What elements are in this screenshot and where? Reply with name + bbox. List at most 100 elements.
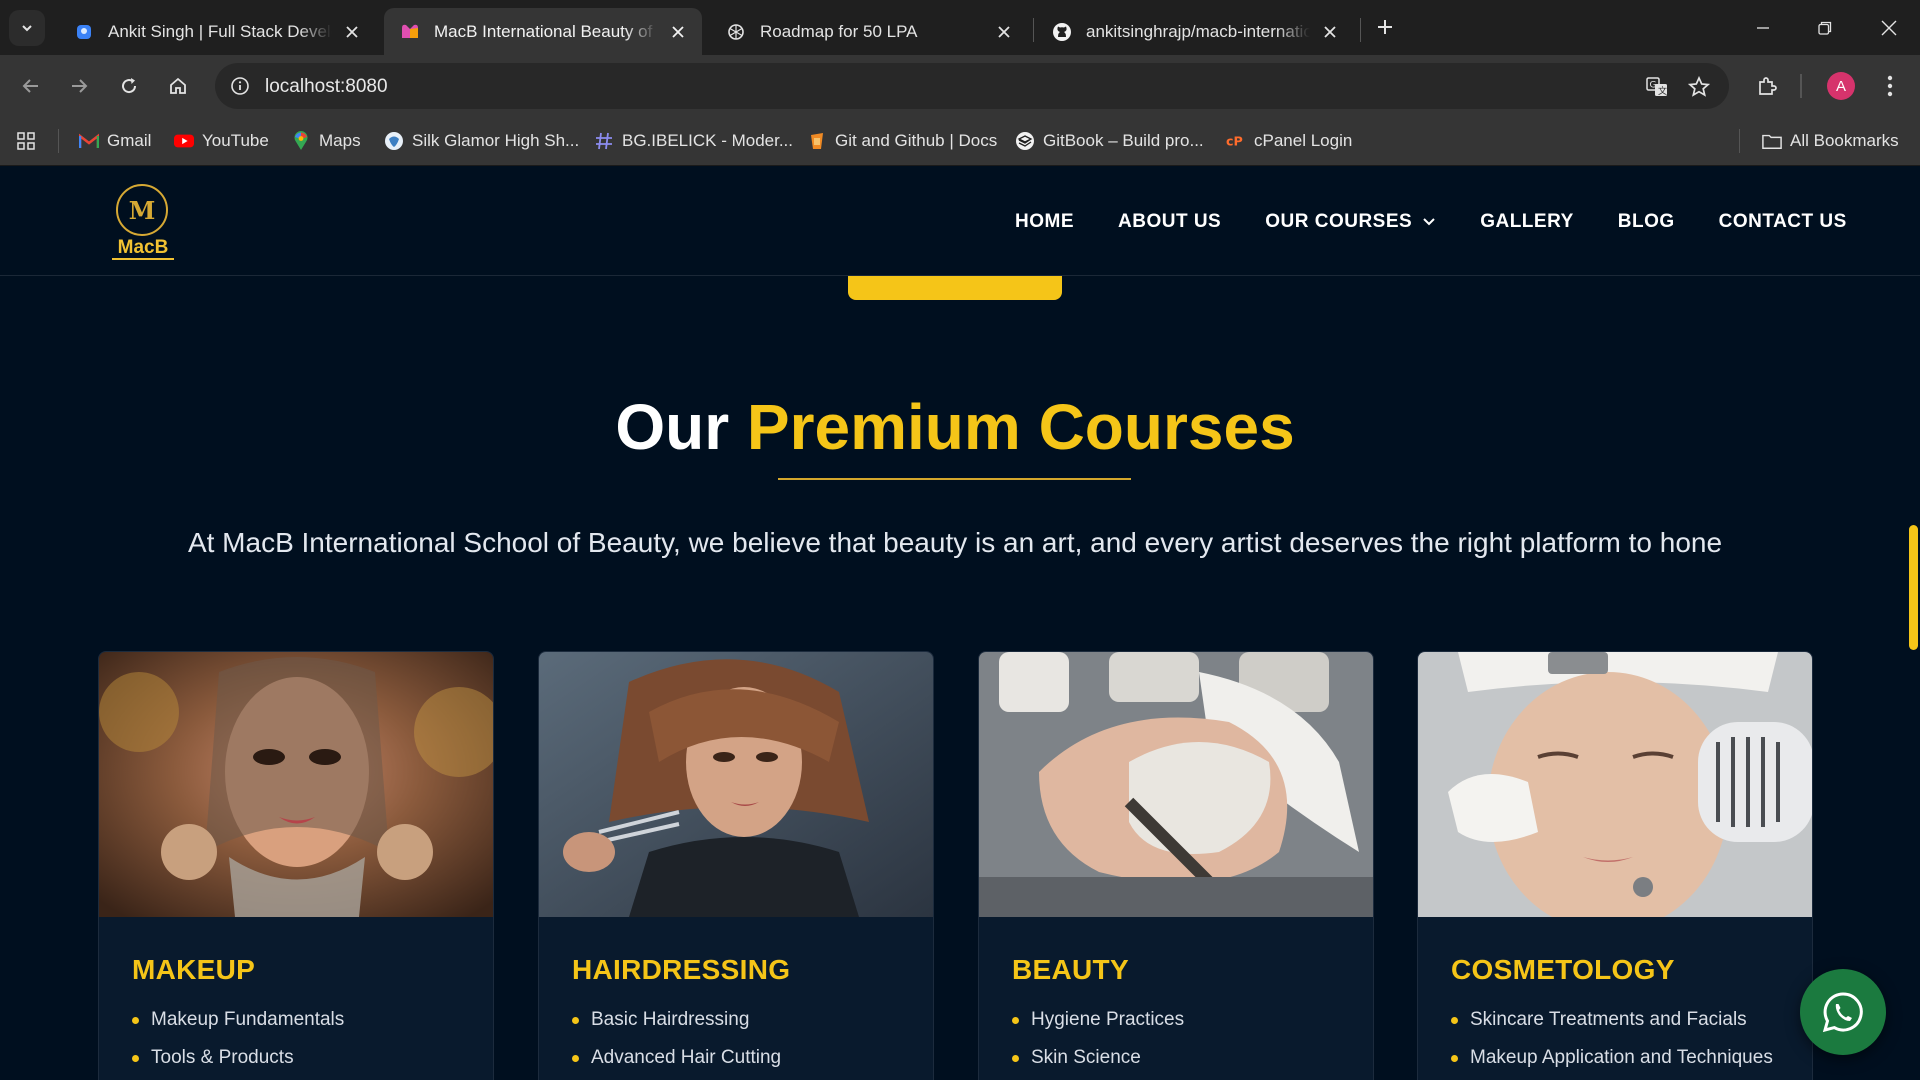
course-card-cosmetology[interactable]: COSMETOLOGY Skincare Treatments and Faci…: [1417, 651, 1813, 1080]
translate-icon[interactable]: G文: [1643, 73, 1671, 101]
new-tab-button[interactable]: [1370, 12, 1400, 42]
tab-github[interactable]: ankitsinghrajp/macb-internatior: [1036, 8, 1354, 55]
forward-button[interactable]: [60, 67, 98, 105]
nav-label: CONTACT US: [1718, 211, 1847, 232]
nav-our-courses[interactable]: OUR COURSES: [1265, 211, 1436, 233]
chevron-down-icon: [22, 25, 32, 32]
bookmark-label: BG.IBELICK - Moder...: [622, 131, 794, 150]
toolbar-separator: [1800, 74, 1802, 98]
course-topic: Skin Science: [1012, 1047, 1184, 1069]
nav-label: HOME: [1015, 211, 1074, 232]
bookmark-maps[interactable]: Maps: [291, 129, 361, 153]
bookmark-star-icon[interactable]: [1685, 73, 1713, 101]
minimize-icon: [1757, 26, 1769, 29]
bookmark-git-docs[interactable]: Git and Github | Docs: [807, 129, 997, 153]
course-card-makeup[interactable]: MAKEUP Makeup Fundamentals Tools & Produ…: [98, 651, 494, 1080]
tab-separator: [1360, 18, 1361, 42]
section-subtitle: At MacB International School of Beauty, …: [187, 527, 1723, 558]
title-highlight: Premium Courses: [746, 391, 1295, 463]
close-tab-icon[interactable]: [668, 22, 688, 42]
nav-about-us[interactable]: ABOUT US: [1118, 211, 1221, 233]
nav-blog[interactable]: BLOG: [1618, 211, 1675, 233]
nav-contact-us[interactable]: CONTACT US: [1719, 211, 1847, 233]
tab-title: Roadmap for 50 LPA: [760, 21, 918, 41]
all-bookmarks-button[interactable]: All Bookmarks: [1762, 129, 1899, 153]
close-tab-icon[interactable]: [994, 22, 1014, 42]
silk-icon: [384, 131, 404, 151]
course-card-beauty[interactable]: BEAUTY Hygiene Practices Skin Science: [978, 651, 1374, 1080]
scrollbar-thumb[interactable]: [1909, 525, 1918, 650]
hash-icon: [594, 131, 614, 151]
close-tab-icon[interactable]: [342, 22, 362, 42]
logo-text: MacB: [112, 238, 174, 260]
portfolio-favicon-icon: [74, 22, 94, 42]
tab-search-button[interactable]: [9, 10, 45, 46]
apps-button[interactable]: [16, 129, 36, 153]
bookmark-gitbook[interactable]: GitBook – Build pro...: [1015, 129, 1204, 153]
docs-icon: [807, 131, 827, 151]
course-topic: Hygiene Practices: [1012, 1009, 1184, 1031]
hairdressing-course-image: [539, 652, 933, 917]
nav-home[interactable]: HOME: [1015, 211, 1074, 233]
chatgpt-favicon-icon: [726, 22, 746, 42]
course-topic: Makeup Fundamentals: [132, 1009, 344, 1031]
browser-tab-bar: Ankit Singh | Full Stack Develop MacB In…: [0, 0, 1920, 55]
course-title: HAIRDRESSING: [572, 954, 791, 985]
bookmarks-separator: [58, 129, 59, 153]
tab-macb[interactable]: MacB International Beauty of Sc: [384, 8, 702, 55]
bookmarks-separator: [1739, 129, 1740, 153]
makeup-course-image: [99, 652, 493, 917]
minimize-button[interactable]: [1732, 0, 1794, 55]
bookmark-cpanel[interactable]: cP cPanel Login: [1226, 129, 1352, 153]
restore-button[interactable]: [1794, 0, 1856, 55]
url-text[interactable]: localhost:8080: [265, 76, 388, 98]
address-bar[interactable]: localhost:8080 G文: [215, 63, 1729, 109]
bookmark-bg-ibelick[interactable]: BG.IBELICK - Moder...: [594, 129, 793, 153]
bookmark-label: YouTube: [202, 131, 269, 150]
profile-avatar[interactable]: A: [1827, 72, 1855, 100]
close-window-button[interactable]: [1858, 0, 1920, 55]
nav-gallery[interactable]: GALLERY: [1480, 211, 1574, 233]
site-info-icon[interactable]: [227, 73, 253, 99]
course-topic: Basic Hairdressing: [572, 1009, 781, 1031]
home-icon: [170, 77, 186, 94]
back-button[interactable]: [12, 67, 50, 105]
apps-grid-icon: [17, 132, 35, 150]
main-navigation: HOME ABOUT US OUR COURSES GALLERY BLOG C…: [1015, 211, 1847, 233]
nav-label: GALLERY: [1480, 211, 1574, 232]
extensions-button[interactable]: [1751, 69, 1785, 103]
site-logo[interactable]: M MacB: [110, 184, 174, 262]
title-underline: [778, 478, 1131, 480]
course-card-hairdressing[interactable]: HAIRDRESSING Basic Hairdressing Advanced…: [538, 651, 934, 1080]
restore-icon: [1818, 21, 1832, 35]
home-button[interactable]: [159, 67, 197, 105]
bookmark-silk-glamor[interactable]: Silk Glamor High Sh...: [384, 129, 579, 153]
browser-menu-button[interactable]: [1873, 69, 1907, 103]
page-scrollbar[interactable]: [1909, 276, 1920, 1080]
tab-title: MacB International Beauty of Sc: [434, 21, 658, 41]
tab-title: ankitsinghrajp/macb-internatior: [1086, 21, 1310, 41]
bookmark-label: cPanel Login: [1254, 131, 1353, 150]
reload-button[interactable]: [110, 67, 148, 105]
course-topic: Tools & Products: [132, 1047, 344, 1069]
tab-roadmap[interactable]: Roadmap for 50 LPA: [710, 8, 1028, 55]
bookmark-gmail[interactable]: Gmail: [79, 129, 151, 153]
github-favicon-icon: [1052, 22, 1072, 42]
bookmark-youtube[interactable]: YouTube: [174, 129, 269, 153]
bookmark-label: Gmail: [107, 131, 152, 150]
bookmark-label: Git and Github | Docs: [835, 131, 998, 150]
cpanel-icon: cP: [1226, 131, 1246, 151]
whatsapp-icon: [1822, 992, 1863, 1033]
svg-text:cP: cP: [1226, 134, 1243, 149]
hero-cta-button[interactable]: [848, 276, 1062, 300]
folder-icon: [1762, 131, 1782, 151]
close-icon: [1881, 20, 1897, 35]
browser-toolbar: localhost:8080 G文 A: [0, 55, 1920, 117]
tab-title: Ankit Singh | Full Stack Develop: [108, 21, 332, 41]
tab-portfolio[interactable]: Ankit Singh | Full Stack Develop: [58, 8, 376, 55]
close-tab-icon[interactable]: [1320, 22, 1340, 42]
logo-emblem: M: [116, 184, 168, 236]
arrow-right-icon: [72, 79, 88, 93]
course-title: BEAUTY: [1012, 954, 1129, 985]
whatsapp-button[interactable]: [1800, 969, 1886, 1055]
